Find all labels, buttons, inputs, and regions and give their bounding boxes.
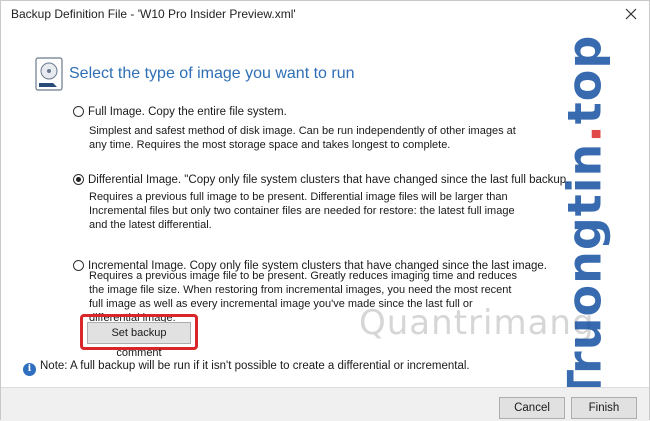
note-row: i Note: A full backup will be run if it i… [23,360,470,376]
watermark-dot: . [557,124,612,143]
cancel-button[interactable]: Cancel [499,397,565,419]
window-title: Backup Definition File - 'W10 Pro Inside… [11,7,296,21]
backup-definition-window: Backup Definition File - 'W10 Pro Inside… [0,0,650,421]
incremental-image-radio[interactable] [73,260,84,271]
full-image-radio[interactable] [73,106,84,117]
truongtin-watermark-text: Truongtin.top [557,35,611,402]
full-image-label: Full Image. Copy the entire file system. [88,106,287,118]
set-backup-comment-button[interactable]: Set backup comment [87,322,191,359]
note-text: Note: A full backup will be run if it is… [40,360,470,372]
info-icon: i [23,363,36,376]
watermark-suffix: top [557,34,612,125]
full-image-description: Simplest and safest method of disk image… [89,125,516,151]
differential-image-description: Requires a previous full image to be pre… [89,191,515,231]
dialog-footer: Cancel Finish [1,387,649,421]
disk-image-icon [35,57,63,91]
truongtin-watermark: Truongtin.top [481,1,650,421]
differential-image-radio[interactable] [73,174,84,185]
page-heading: Select the type of image you want to run [69,65,355,82]
finish-button[interactable]: Finish [571,397,637,419]
watermark-main: Truongtin [557,142,612,402]
full-image-option[interactable]: Full Image. Copy the entire file system. [73,102,287,120]
